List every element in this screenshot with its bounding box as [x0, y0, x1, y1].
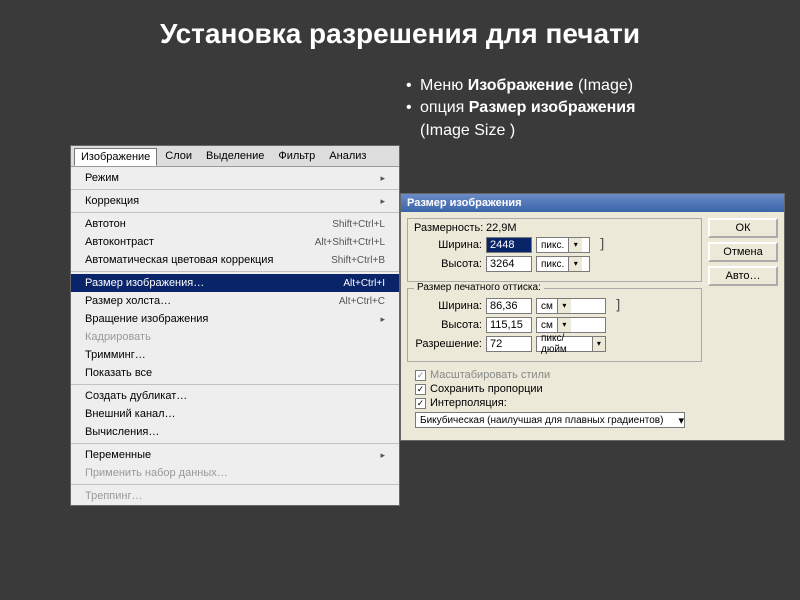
- menu-tabs: Изображение Слои Выделение Фильтр Анализ: [71, 146, 399, 167]
- link-icon: ]: [614, 298, 622, 314]
- auto-button[interactable]: Авто…: [708, 266, 778, 286]
- tab-filter[interactable]: Фильтр: [272, 148, 321, 166]
- tab-layers[interactable]: Слои: [159, 148, 198, 166]
- dim-value: 22,9М: [486, 222, 517, 234]
- menu-sep: [71, 189, 399, 190]
- link-icon: ]: [598, 237, 606, 253]
- dialog-title: Размер изображения: [401, 194, 784, 212]
- menu-calculations[interactable]: Вычисления…: [71, 423, 399, 441]
- menu-image: Изображение Слои Выделение Фильтр Анализ…: [70, 145, 400, 506]
- menu-sep: [71, 271, 399, 272]
- height-px-label: Высота:: [414, 258, 482, 270]
- height-cm-unit[interactable]: см▾: [536, 317, 606, 333]
- menu-reveal-all[interactable]: Показать все: [71, 364, 399, 382]
- constrain-checkbox[interactable]: [415, 384, 426, 395]
- width-cm-unit[interactable]: см▾: [536, 298, 606, 314]
- menu-image-size[interactable]: Размер изображения…Alt+Ctrl+I: [71, 274, 399, 292]
- chevron-down-icon: ▾: [678, 414, 684, 427]
- slide-title: Установка разрешения для печати: [0, 18, 800, 50]
- image-size-dialog: Размер изображения Размерность: 22,9М Ши…: [400, 193, 785, 441]
- menu-autocontrast[interactable]: АвтоконтрастAlt+Shift+Ctrl+L: [71, 233, 399, 251]
- width-px-unit[interactable]: пикс.▾: [536, 237, 590, 253]
- chevron-down-icon: ▾: [557, 318, 571, 332]
- document-size-group: Размер печатного оттиска: Ширина: 86,36 …: [407, 288, 702, 362]
- menu-sep: [71, 384, 399, 385]
- menu-apply-dataset: Применить набор данных…: [71, 464, 399, 482]
- menu-autocolor[interactable]: Автоматическая цветовая коррекцияShift+C…: [71, 251, 399, 269]
- menu-body: Режим Коррекция АвтотонShift+Ctrl+L Авто…: [71, 167, 399, 505]
- resolution-input[interactable]: 72: [486, 336, 532, 352]
- width-px-label: Ширина:: [414, 239, 482, 251]
- resample-checkbox[interactable]: [415, 398, 426, 409]
- chevron-down-icon: ▾: [568, 238, 582, 252]
- menu-trap: Треппинг…: [71, 487, 399, 505]
- menu-trim[interactable]: Тримминг…: [71, 346, 399, 364]
- menu-variables[interactable]: Переменные: [71, 446, 399, 464]
- constrain-row: Сохранить пропорции: [407, 382, 702, 396]
- interpolation-value: Бикубическая (наилучшая для плавных град…: [416, 415, 678, 426]
- resolution-label: Разрешение:: [414, 338, 482, 350]
- menu-sep: [71, 443, 399, 444]
- menu-rotate[interactable]: Вращение изображения: [71, 310, 399, 328]
- resolution-unit[interactable]: пикс/дюйм▾: [536, 336, 606, 352]
- menu-adjustments[interactable]: Коррекция: [71, 192, 399, 210]
- menu-autotone[interactable]: АвтотонShift+Ctrl+L: [71, 215, 399, 233]
- menu-sep: [71, 212, 399, 213]
- menu-mode[interactable]: Режим: [71, 169, 399, 187]
- chevron-down-icon: ▾: [557, 299, 571, 313]
- menu-crop: Кадрировать: [71, 328, 399, 346]
- interpolation-combo[interactable]: Бикубическая (наилучшая для плавных град…: [415, 412, 685, 428]
- scale-styles-checkbox[interactable]: [415, 370, 426, 381]
- width-px-input[interactable]: 2448: [486, 237, 532, 253]
- bullet-2: опция Размер изображения (Image Size ): [410, 97, 770, 142]
- bullet-1: Меню Изображение (Image): [410, 75, 770, 97]
- height-px-unit[interactable]: пикс.▾: [536, 256, 590, 272]
- height-px-input[interactable]: 3264: [486, 256, 532, 272]
- scale-styles-label: Масштабировать стили: [430, 369, 550, 381]
- cancel-button[interactable]: Отмена: [708, 242, 778, 262]
- menu-apply-image[interactable]: Внешний канал…: [71, 405, 399, 423]
- tab-selection[interactable]: Выделение: [200, 148, 270, 166]
- menu-sep: [71, 484, 399, 485]
- doc-group-title: Размер печатного оттиска:: [414, 282, 544, 293]
- chevron-down-icon: ▾: [592, 337, 605, 351]
- bullet-list: Меню Изображение (Image) опция Размер из…: [410, 75, 770, 142]
- resample-label: Интерполяция:: [430, 397, 507, 409]
- width-cm-label: Ширина:: [414, 300, 482, 312]
- tab-image[interactable]: Изображение: [74, 148, 157, 166]
- ok-button[interactable]: ОК: [708, 218, 778, 238]
- constrain-label: Сохранить пропорции: [430, 383, 543, 395]
- menu-canvas-size[interactable]: Размер холста…Alt+Ctrl+C: [71, 292, 399, 310]
- dim-label: Размерность:: [414, 222, 482, 234]
- width-cm-input[interactable]: 86,36: [486, 298, 532, 314]
- tab-analysis[interactable]: Анализ: [323, 148, 372, 166]
- resample-row: Интерполяция:: [407, 396, 702, 410]
- height-cm-label: Высота:: [414, 319, 482, 331]
- menu-duplicate[interactable]: Создать дубликат…: [71, 387, 399, 405]
- pixel-dimensions-group: Размерность: 22,9М Ширина: 2448 пикс.▾ ]…: [407, 218, 702, 282]
- chevron-down-icon: ▾: [568, 257, 582, 271]
- height-cm-input[interactable]: 115,15: [486, 317, 532, 333]
- scale-styles-row: Масштабировать стили: [407, 368, 702, 382]
